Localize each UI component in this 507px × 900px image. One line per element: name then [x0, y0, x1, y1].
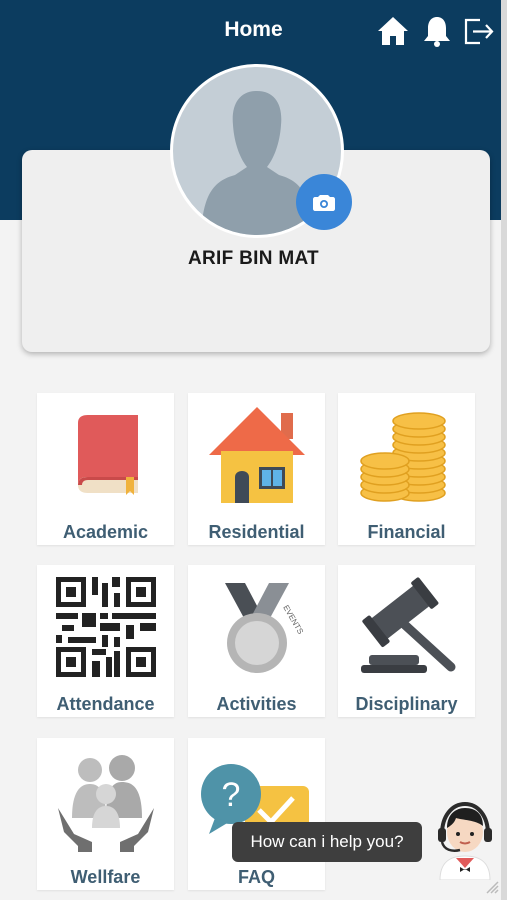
- qr-code-icon: [55, 577, 156, 677]
- assistant-bubble[interactable]: How can i help you?: [232, 822, 422, 862]
- house-icon: [208, 407, 305, 503]
- tile-attendance[interactable]: Attendance: [37, 565, 174, 717]
- home-icon[interactable]: [376, 14, 410, 48]
- logout-icon[interactable]: [462, 14, 496, 48]
- medal-icon: EVENTS: [224, 583, 305, 673]
- tile-faq[interactable]: ? FAQ: [188, 738, 325, 890]
- tile-residential[interactable]: Residential: [188, 393, 325, 545]
- tile-wellfare[interactable]: Wellfare: [37, 738, 174, 890]
- tile-label: FAQ: [237, 867, 275, 887]
- camera-icon: [313, 195, 335, 211]
- tile-label: Disciplinary: [355, 694, 458, 714]
- family-icon: [57, 755, 154, 852]
- resize-grip-icon[interactable]: [485, 880, 499, 894]
- tile-financial[interactable]: Financial: [338, 393, 475, 545]
- svg-text:?: ?: [221, 776, 240, 814]
- tile-label: Attendance: [56, 694, 155, 714]
- tile-label: Residential: [208, 522, 305, 542]
- tile-academic[interactable]: Academic: [37, 393, 174, 545]
- scrollbar-track[interactable]: [501, 0, 507, 900]
- tile-label: Financial: [367, 522, 446, 542]
- coins-icon: [359, 412, 446, 502]
- tile-label: Activities: [216, 694, 297, 714]
- tile-activities[interactable]: EVENTS Activities: [188, 565, 325, 717]
- support-agent-icon: [438, 801, 492, 894]
- tile-label: Wellfare: [70, 867, 141, 887]
- tile-disciplinary[interactable]: Disciplinary: [338, 565, 475, 717]
- gavel-icon: [360, 577, 455, 673]
- assistant-avatar[interactable]: [426, 796, 504, 894]
- user-name: ARIF BIN MAT: [188, 248, 319, 269]
- bell-icon[interactable]: [420, 14, 454, 48]
- tile-label: Academic: [62, 522, 149, 542]
- svg-text:EVENTS: EVENTS: [281, 604, 305, 636]
- book-icon: [77, 415, 138, 495]
- camera-button[interactable]: [296, 174, 352, 230]
